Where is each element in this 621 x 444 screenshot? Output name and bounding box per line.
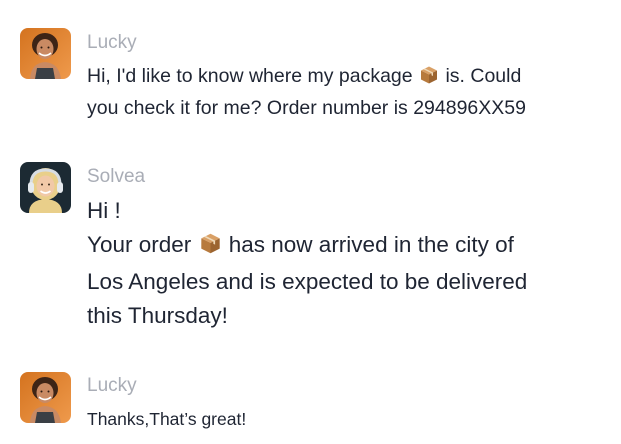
- message-body: Lucky Thanks,That’s great!: [87, 372, 246, 431]
- avatar-image: [20, 372, 71, 423]
- avatar-image: [20, 28, 71, 79]
- agent-avatar-headset[interactable]: [20, 162, 71, 213]
- avatar-image: [20, 162, 71, 213]
- chat-message: Solvea Hi ! Your order has now arrived i…: [20, 162, 601, 333]
- customer-avatar[interactable]: [20, 28, 71, 79]
- sender-name: Lucky: [87, 375, 137, 396]
- message-text-start: Your order: [87, 232, 198, 257]
- message-text: Hi, I'd like to know where my package is…: [87, 62, 526, 123]
- message-text: Hi ! Your order has now arrived in the c…: [87, 194, 527, 333]
- package-emoji-icon: [199, 231, 222, 265]
- sender-name: Solvea: [87, 166, 146, 187]
- package-emoji-icon: [419, 65, 439, 94]
- customer-avatar[interactable]: [20, 372, 71, 423]
- message-text-start: Hi, I'd like to know where my package: [87, 65, 419, 87]
- message-body: Solvea Hi ! Your order has now arrived i…: [87, 162, 527, 333]
- message-greeting: Hi !: [87, 198, 121, 223]
- chat-conversation: Lucky Hi, I'd like to know where my pack…: [0, 0, 621, 444]
- chat-message: Lucky Hi, I'd like to know where my pack…: [20, 28, 601, 123]
- message-body: Lucky Hi, I'd like to know where my pack…: [87, 28, 526, 123]
- chat-message: Lucky Thanks,That’s great!: [20, 372, 601, 431]
- message-text: Thanks,That’s great!: [87, 409, 247, 429]
- sender-name: Lucky: [87, 32, 137, 53]
